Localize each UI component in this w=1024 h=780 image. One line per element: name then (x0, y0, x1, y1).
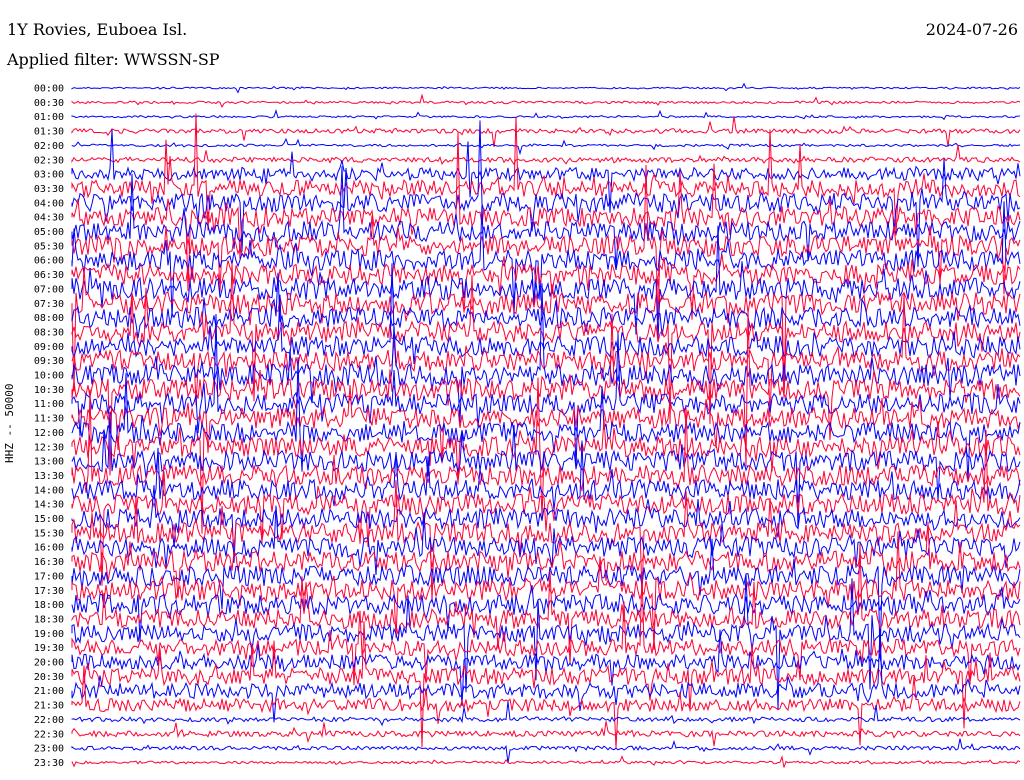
row-time-label: 01:00 (34, 112, 64, 123)
trace-row-2300 (71, 738, 1021, 764)
row-time-label: 13:30 (34, 471, 64, 482)
row-time-label: 18:00 (34, 600, 64, 611)
trace-row-0130 (71, 116, 1021, 147)
row-time-label: 16:00 (34, 543, 64, 554)
trace-row-0200 (71, 137, 1021, 156)
trace-row-2000 (71, 629, 1021, 707)
row-time-label: 19:30 (34, 643, 64, 654)
row-time-label: 15:00 (34, 514, 64, 525)
row-time-label: 02:30 (34, 155, 64, 166)
row-time-label: 07:00 (34, 284, 64, 295)
row-time-label: 20:00 (34, 658, 64, 669)
row-time-label: 19:00 (34, 629, 64, 640)
row-time-label: 16:30 (34, 557, 64, 568)
trace-row-2230 (71, 721, 1021, 747)
trace-row-0230 (71, 144, 1021, 166)
row-time-label: 01:30 (34, 127, 64, 138)
row-time-label: 04:30 (34, 213, 64, 224)
trace-row-1330 (71, 389, 1021, 493)
trace-row-0100 (71, 109, 1021, 121)
trace-row-0600 (71, 201, 1021, 318)
row-time-label: 08:30 (34, 327, 64, 338)
row-time-label: 07:30 (34, 299, 64, 310)
row-time-label: 11:00 (34, 399, 64, 410)
trace-row-1300 (71, 411, 1021, 529)
row-time-label: 13:00 (34, 457, 64, 468)
trace-row-0700 (71, 225, 1021, 341)
trace-row-0030 (71, 93, 1021, 108)
row-time-label: 14:30 (34, 500, 64, 511)
row-time-label: 22:00 (34, 715, 64, 726)
row-time-label: 10:30 (34, 385, 64, 396)
trace-row-1430 (71, 430, 1021, 586)
row-time-label: 23:30 (34, 758, 64, 769)
row-time-label: 21:30 (34, 701, 64, 712)
row-time-label: 04:00 (34, 198, 64, 209)
row-time-label: 23:00 (34, 744, 64, 755)
row-time-label: 02:00 (34, 141, 64, 152)
row-time-label: 05:00 (34, 227, 64, 238)
trace-row-2330 (71, 755, 1021, 768)
row-time-label: 08:00 (34, 313, 64, 324)
seismogram-plot: 00:00 00:30 01:00 01:30 02:00 02:30 03:00 03:30… (34, 82, 1021, 769)
trace-row-0000 (71, 82, 1021, 94)
row-time-label: 00:30 (34, 98, 64, 109)
row-time-label: 03:00 (34, 170, 64, 181)
row-time-label: 00:00 (34, 84, 64, 95)
trace-row-2100 (71, 628, 1021, 723)
row-time-label: 10:00 (34, 371, 64, 382)
row-time-label: 09:00 (34, 342, 64, 353)
row-time-label: 06:30 (34, 270, 64, 281)
row-time-label: 14:00 (34, 485, 64, 496)
row-time-label: 09:30 (34, 356, 64, 367)
row-time-label: 18:30 (34, 614, 64, 625)
helicorder-page: 1Y Rovies, Euboea Isl. Applied filter: W… (0, 0, 1024, 780)
row-time-label: 21:00 (34, 686, 64, 697)
row-time-label: 15:30 (34, 528, 64, 539)
row-time-label: 12:00 (34, 428, 64, 439)
row-time-label: 06:00 (34, 256, 64, 267)
row-time-label: 03:30 (34, 184, 64, 195)
row-time-label: 11:30 (34, 414, 64, 425)
row-time-label: 17:00 (34, 571, 64, 582)
trace-row-2200 (71, 701, 1021, 727)
row-time-label: 12:30 (34, 442, 64, 453)
row-time-label: 05:30 (34, 241, 64, 252)
row-time-label: 17:30 (34, 586, 64, 597)
row-time-label: 22:30 (34, 729, 64, 740)
row-time-label: 20:30 (34, 672, 64, 683)
